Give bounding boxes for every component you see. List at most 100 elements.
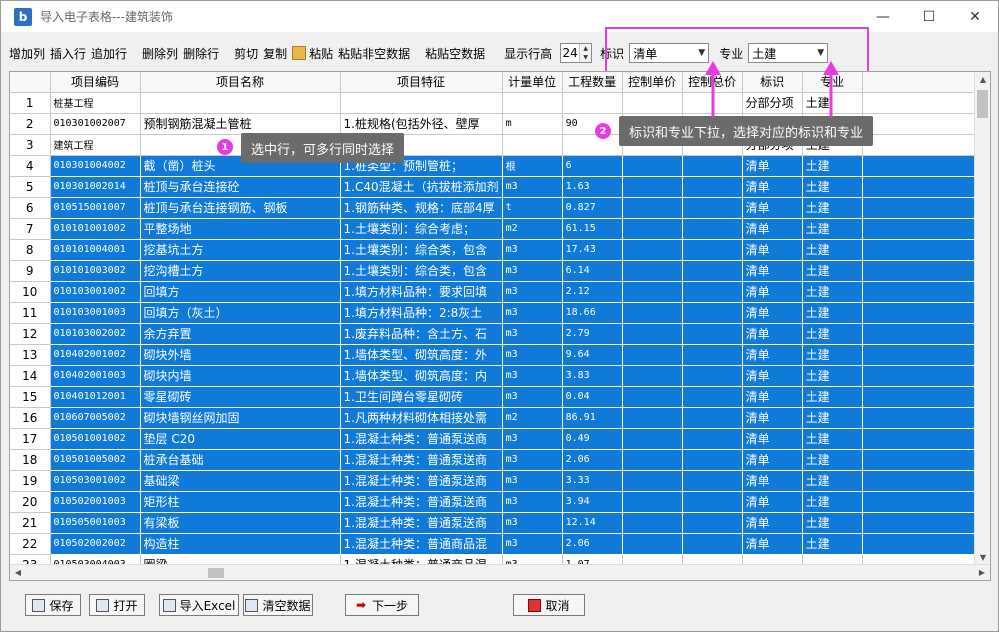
- cell-code[interactable]: 010402001003: [50, 365, 141, 387]
- cell-major[interactable]: 土建: [802, 344, 863, 366]
- cell-control-price[interactable]: [622, 92, 683, 114]
- cell-control-total[interactable]: [682, 155, 743, 177]
- delete-row-button[interactable]: 删除行: [183, 45, 219, 62]
- cell-feature[interactable]: 1.混凝土种类：普通商品混: [340, 533, 503, 555]
- cell-extra[interactable]: [862, 386, 983, 408]
- row-number[interactable]: 17: [10, 428, 51, 450]
- cell-unit[interactable]: m3: [502, 239, 563, 261]
- cell-control-price[interactable]: [622, 533, 683, 555]
- spin-up-icon[interactable]: ▲: [580, 44, 591, 53]
- cell-quantity[interactable]: 90: [562, 113, 623, 135]
- row-number[interactable]: 8: [10, 239, 51, 261]
- cell-feature[interactable]: 1.墙体类型、砌筑高度：外: [340, 344, 503, 366]
- cell-name[interactable]: 砌块墙钢丝网加固: [140, 407, 341, 429]
- cell-name[interactable]: 基础梁: [140, 470, 341, 492]
- column-header[interactable]: 工程数量: [562, 72, 623, 93]
- cell-major[interactable]: 土建: [802, 365, 863, 387]
- cell-control-total[interactable]: [682, 491, 743, 513]
- cell-unit[interactable]: m3: [502, 470, 563, 492]
- cell-control-total[interactable]: [682, 386, 743, 408]
- cell-control-price[interactable]: [622, 407, 683, 429]
- cell-extra[interactable]: [862, 344, 983, 366]
- cell-major[interactable]: 土建: [802, 239, 863, 261]
- cell-quantity[interactable]: 9.64: [562, 344, 623, 366]
- table-row[interactable]: 20 010502001003 矩形柱 1.混凝土种类：普通泵送商 m3 3.94 清单 土建: [10, 491, 983, 513]
- cell-quantity[interactable]: 0.827: [562, 197, 623, 219]
- cell-code[interactable]: 010501001002: [50, 428, 141, 450]
- cell-quantity[interactable]: 0.04: [562, 386, 623, 408]
- cell-code[interactable]: 010101001002: [50, 218, 141, 240]
- scroll-thumb[interactable]: [977, 90, 988, 118]
- data-grid[interactable]: 项目编码项目名称项目特征计量单位工程数量控制单价控制总价标识专业 1桩基工程分部…: [9, 71, 991, 581]
- table-row[interactable]: 15 010401012001 零星砌砖 1.卫生间蹲台零星砌砖 m3 0.04 清单 土建: [10, 386, 983, 408]
- cancel-button[interactable]: 取消: [513, 594, 585, 616]
- cell-unit[interactable]: m3: [502, 449, 563, 471]
- cell-extra[interactable]: [862, 533, 983, 555]
- cell-quantity[interactable]: 6: [562, 155, 623, 177]
- cell-name[interactable]: 砌块外墙: [140, 344, 341, 366]
- next-step-button[interactable]: ➡ 下一步: [345, 594, 419, 616]
- cell-code[interactable]: 010607005002: [50, 407, 141, 429]
- row-number[interactable]: 12: [10, 323, 51, 345]
- cell-unit[interactable]: m3: [502, 344, 563, 366]
- cell-feature[interactable]: 1.钢筋种类、规格：底部4厚: [340, 197, 503, 219]
- cell-control-total[interactable]: [682, 344, 743, 366]
- cell-unit[interactable]: m: [502, 113, 563, 135]
- cell-mark[interactable]: 清单: [742, 323, 803, 345]
- cell-code[interactable]: 010103002002: [50, 323, 141, 345]
- cell-quantity[interactable]: [562, 134, 623, 156]
- vertical-scrollbar[interactable]: ▲ ▼: [974, 72, 990, 566]
- cell-control-price[interactable]: [622, 449, 683, 471]
- cell-extra[interactable]: [862, 365, 983, 387]
- maximize-button[interactable]: ☐: [906, 1, 952, 32]
- cell-code[interactable]: 010101003002: [50, 260, 141, 282]
- column-header[interactable]: 控制单价: [622, 72, 683, 93]
- row-number[interactable]: 18: [10, 449, 51, 471]
- column-header[interactable]: [10, 72, 51, 93]
- cell-control-total[interactable]: [682, 281, 743, 303]
- scroll-right-icon[interactable]: ▶: [974, 565, 990, 580]
- cell-feature[interactable]: 1.混凝土种类：普通泵送商: [340, 512, 503, 534]
- cell-mark[interactable]: 清单: [742, 491, 803, 513]
- cell-code[interactable]: 010502001003: [50, 491, 141, 513]
- cell-mark[interactable]: 清单: [742, 407, 803, 429]
- cell-mark[interactable]: 清单: [742, 239, 803, 261]
- column-header[interactable]: [862, 72, 983, 93]
- cell-mark[interactable]: 清单: [742, 197, 803, 219]
- cell-name[interactable]: 有梁板: [140, 512, 341, 534]
- cell-extra[interactable]: [862, 281, 983, 303]
- cell-control-price[interactable]: [622, 176, 683, 198]
- cell-control-price[interactable]: [622, 281, 683, 303]
- cell-feature[interactable]: 1.混凝土种类：普通泵送商: [340, 428, 503, 450]
- cell-mark[interactable]: 清单: [742, 155, 803, 177]
- cell-control-price[interactable]: [622, 365, 683, 387]
- cell-quantity[interactable]: 3.94: [562, 491, 623, 513]
- cell-mark[interactable]: 清单: [742, 533, 803, 555]
- cell-code[interactable]: 010501005002: [50, 449, 141, 471]
- cell-code[interactable]: 010301004002: [50, 155, 141, 177]
- row-number[interactable]: 19: [10, 470, 51, 492]
- row-number[interactable]: 13: [10, 344, 51, 366]
- cell-mark[interactable]: 清单: [742, 281, 803, 303]
- table-row[interactable]: 21 010505001003 有梁板 1.混凝土种类：普通泵送商 m3 12.14 清单土…: [10, 512, 983, 534]
- cell-code[interactable]: 010402001002: [50, 344, 141, 366]
- cell-unit[interactable]: m3: [502, 428, 563, 450]
- row-number[interactable]: 22: [10, 533, 51, 555]
- cell-control-total[interactable]: [682, 239, 743, 261]
- cell-major[interactable]: 土建: [802, 407, 863, 429]
- cell-name[interactable]: 平整场地: [140, 218, 341, 240]
- row-number[interactable]: 5: [10, 176, 51, 198]
- cell-control-total[interactable]: [682, 449, 743, 471]
- table-row[interactable]: 10 010103001002 回填方 1.填方材料品种：要求回填 m3 2.12 清单 土建: [10, 281, 983, 303]
- cell-major[interactable]: 土建: [802, 491, 863, 513]
- cell-quantity[interactable]: 6.14: [562, 260, 623, 282]
- cell-feature[interactable]: 1.土壤类别：综合考虑；: [340, 218, 503, 240]
- cell-extra[interactable]: [862, 197, 983, 219]
- cell-major[interactable]: 土建: [802, 323, 863, 345]
- cell-feature[interactable]: [340, 92, 503, 114]
- cell-name[interactable]: 回填方: [140, 281, 341, 303]
- cell-name[interactable]: 砌块内墙: [140, 365, 341, 387]
- row-number[interactable]: 11: [10, 302, 51, 324]
- horizontal-scrollbar[interactable]: ◀ ▶: [10, 564, 990, 580]
- cell-control-total[interactable]: [682, 533, 743, 555]
